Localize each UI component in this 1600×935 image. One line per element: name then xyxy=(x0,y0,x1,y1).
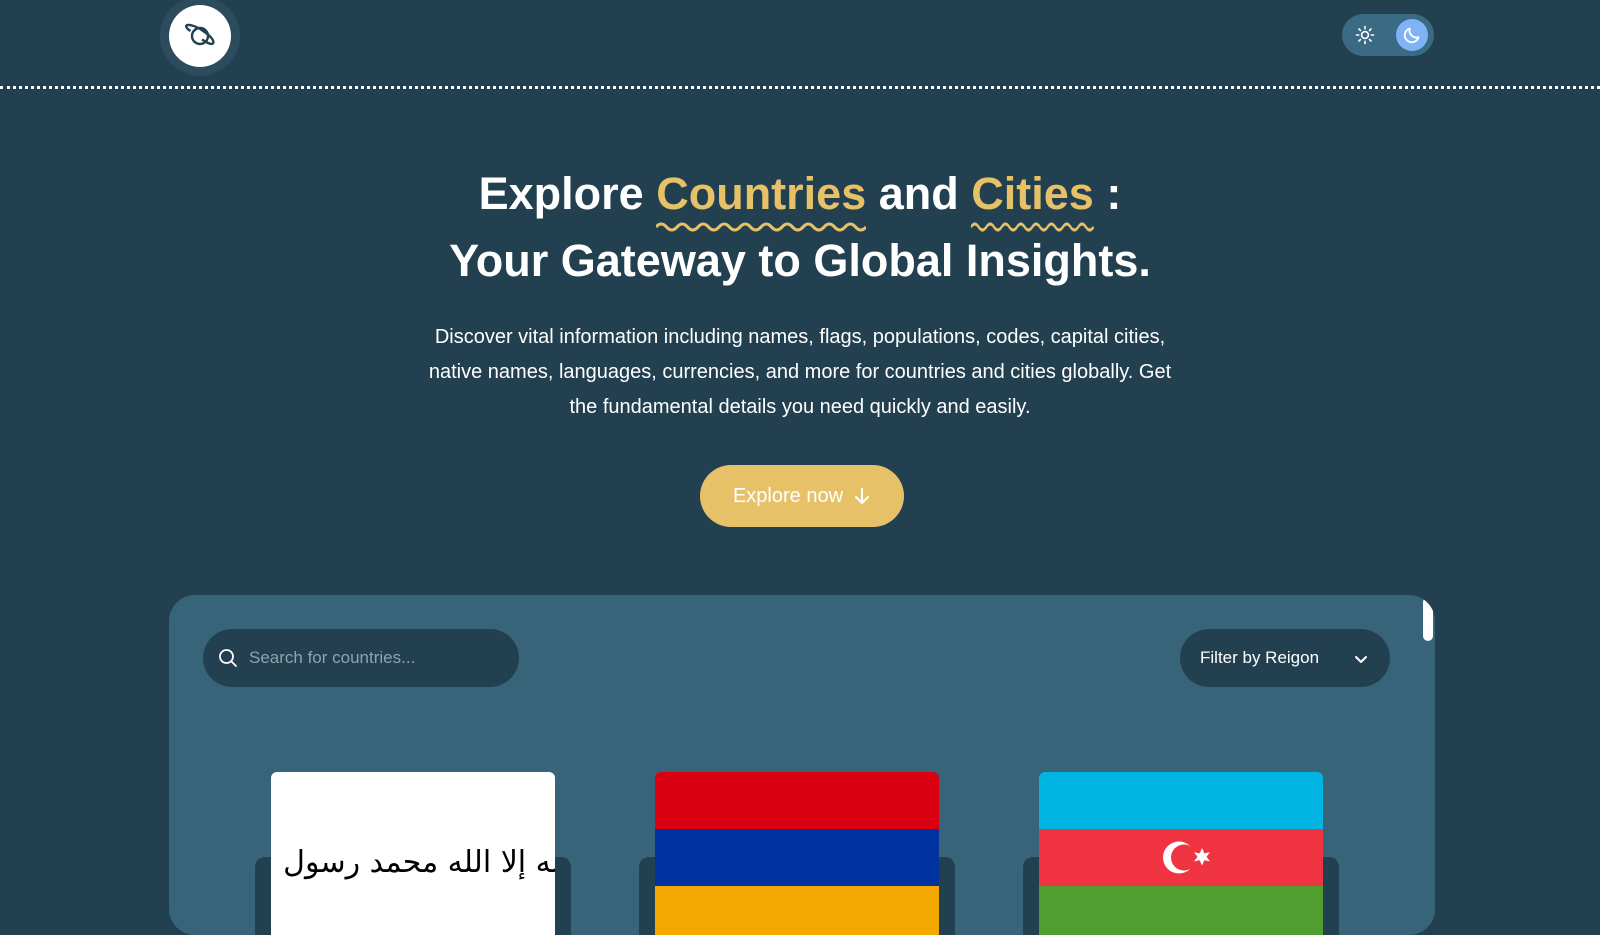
hero-title: Explore Countries and Cities : Your Gate… xyxy=(0,160,1600,294)
site-header xyxy=(0,0,1600,89)
title-countries-highlight: Countries xyxy=(656,160,867,232)
wavy-underline xyxy=(971,222,1094,232)
search-box[interactable] xyxy=(203,629,519,687)
hero-section: Explore Countries and Cities : Your Gate… xyxy=(0,160,1600,425)
arrow-down-icon xyxy=(855,488,870,504)
countries-panel: Filter by Reigon لا إله إلا الله محمد رس… xyxy=(169,595,1435,935)
scroll-thumb[interactable] xyxy=(1423,597,1433,641)
search-input[interactable] xyxy=(247,647,511,669)
title-explore: Explore xyxy=(478,168,644,219)
planet-icon xyxy=(169,5,231,67)
title-colon: : xyxy=(1106,168,1122,219)
crescent-star-emblem xyxy=(1163,841,1210,874)
flag-stripe-orange xyxy=(655,886,939,935)
afghanistan-flag[interactable]: لا إله إلا الله محمد رسول الله xyxy=(271,772,555,935)
search-icon xyxy=(219,649,237,667)
title-cities-highlight: Cities xyxy=(971,160,1094,232)
flag-stripe-green xyxy=(1039,886,1323,935)
explore-now-button[interactable]: Explore now xyxy=(700,465,904,527)
title-line2: Your Gateway to Global Insights. xyxy=(449,235,1151,286)
moon-icon[interactable] xyxy=(1396,19,1428,51)
hero-description: Discover vital information including nam… xyxy=(428,326,1172,418)
flag-stripe-red xyxy=(655,772,939,829)
armenia-flag[interactable] xyxy=(655,772,939,935)
flag-stripe-blue xyxy=(655,829,939,886)
filter-region-dropdown[interactable]: Filter by Reigon xyxy=(1180,629,1390,687)
theme-toggle[interactable] xyxy=(1342,14,1434,56)
logo-button[interactable] xyxy=(160,0,240,76)
filter-label: Filter by Reigon xyxy=(1200,648,1320,667)
wavy-underline xyxy=(656,222,867,232)
flag-stripe-blue xyxy=(1039,772,1323,829)
flag-inscription: لا إله إلا الله محمد رسول الله xyxy=(271,845,555,880)
title-and: and xyxy=(878,168,959,219)
azerbaijan-flag[interactable] xyxy=(1039,772,1323,935)
sun-icon[interactable] xyxy=(1350,20,1380,50)
chevron-down-icon xyxy=(1355,656,1367,663)
explore-now-label: Explore now xyxy=(732,484,844,507)
header-divider xyxy=(0,86,1600,89)
panel-scrollbar[interactable] xyxy=(1421,595,1435,935)
flag-stripe-red xyxy=(1039,829,1323,886)
